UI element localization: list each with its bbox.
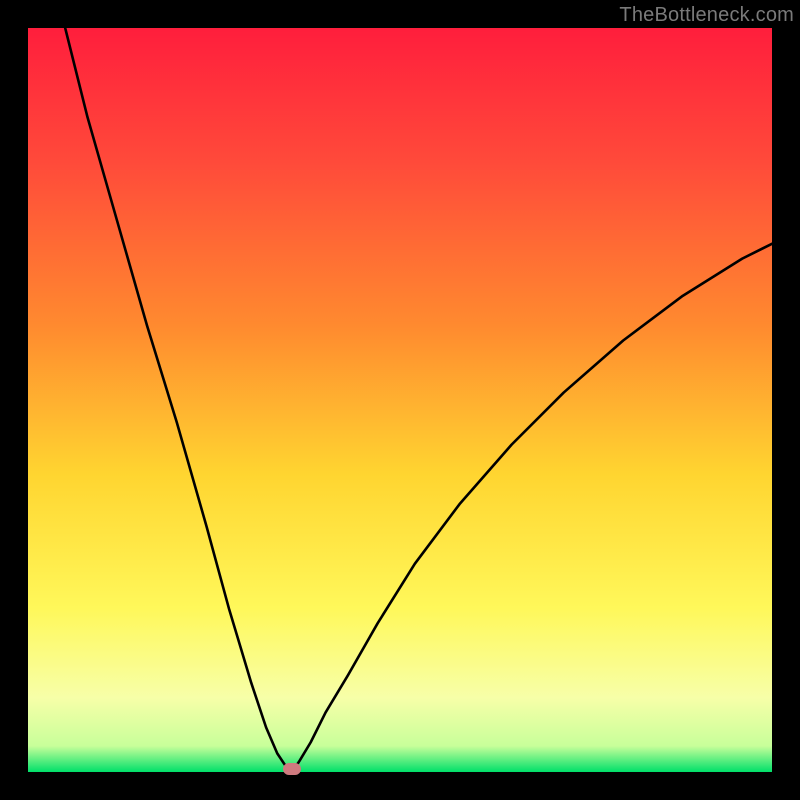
chart-frame: TheBottleneck.com (0, 0, 800, 800)
plot-area (28, 28, 772, 772)
watermark-text: TheBottleneck.com (619, 4, 794, 27)
bottleneck-curve (28, 28, 772, 772)
optimum-marker (283, 763, 301, 775)
